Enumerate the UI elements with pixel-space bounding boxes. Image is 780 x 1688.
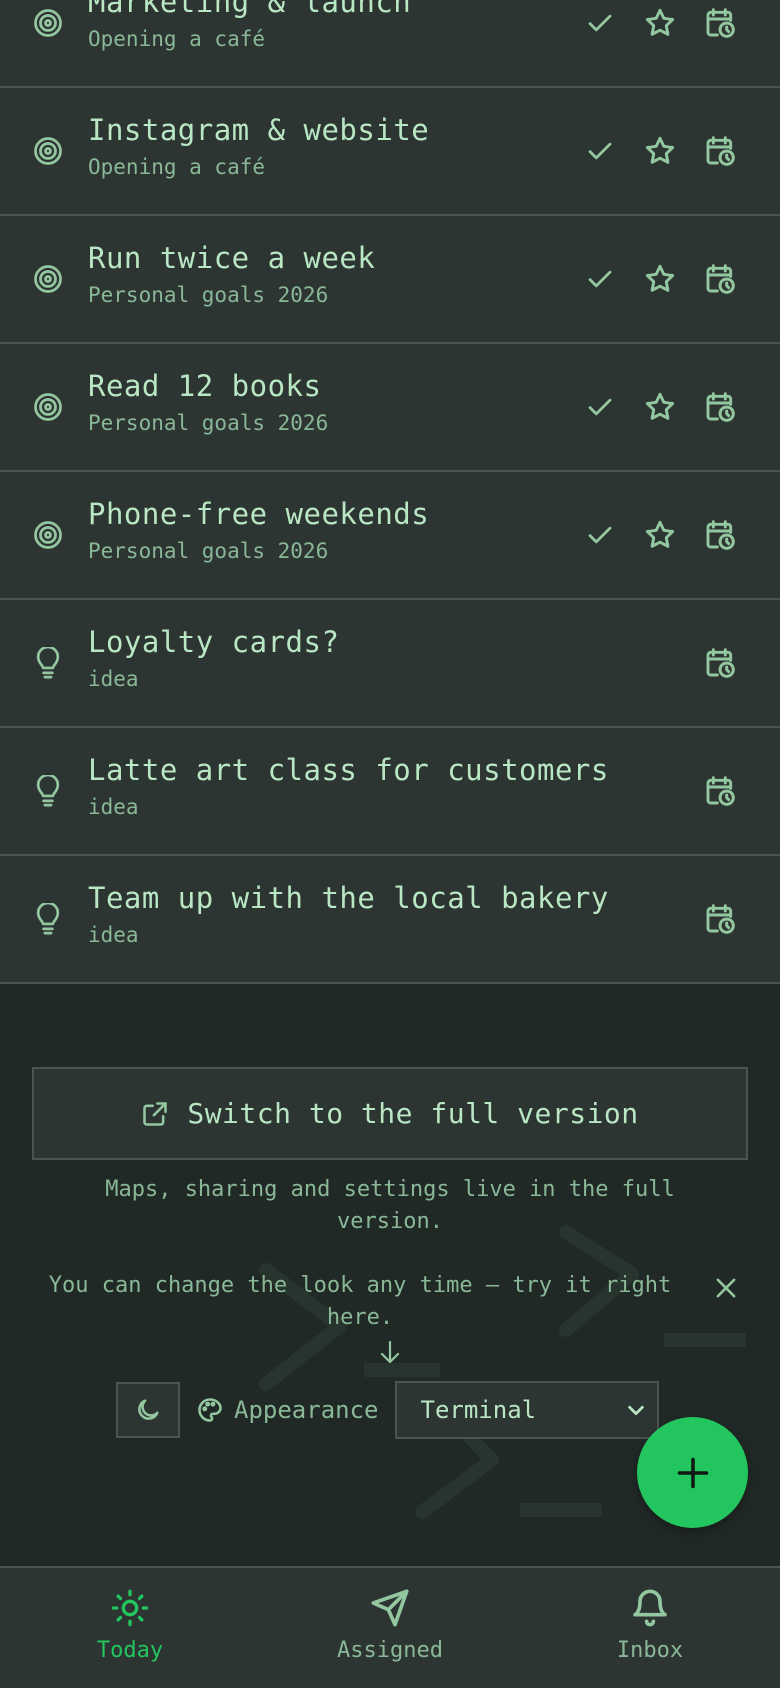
list-item[interactable]: Read 12 books Personal goals 2026	[0, 344, 780, 472]
calendar-clock-icon[interactable]	[700, 344, 740, 470]
list-item[interactable]: Marketing & launch Opening a café	[0, 0, 780, 88]
chevron-down-icon	[625, 1399, 647, 1421]
palette-icon	[196, 1396, 224, 1424]
item-text: Loyalty cards? idea	[88, 622, 339, 694]
bell-icon	[633, 1589, 667, 1627]
appearance-label: Appearance	[234, 1396, 379, 1424]
switch-full-version-label: Switch to the full version	[187, 1097, 639, 1130]
arrow-down-icon	[378, 1340, 402, 1366]
appearance-hint: You can change the look any time — try i…	[48, 1273, 672, 1330]
appearance-row: Appearance Terminal	[116, 1381, 659, 1439]
add-button[interactable]	[637, 1417, 748, 1528]
calendar-clock-icon[interactable]	[700, 472, 740, 598]
list-item[interactable]: Team up with the local bakery idea	[0, 856, 780, 984]
list-item[interactable]: Instagram & website Opening a café	[0, 88, 780, 216]
dark-mode-toggle[interactable]	[116, 1382, 180, 1438]
close-icon[interactable]	[712, 1274, 740, 1302]
item-subtitle: Opening a café	[88, 27, 266, 51]
item-subtitle: idea	[88, 667, 139, 691]
task-list: Marketing & launch Opening a café Instagra…	[0, 0, 780, 984]
lightbulb-icon	[32, 728, 64, 854]
target-icon	[32, 472, 64, 598]
item-subtitle: idea	[88, 923, 139, 947]
item-subtitle: Personal goals 2026	[88, 539, 329, 563]
target-icon	[32, 216, 64, 342]
external-link-icon	[141, 1100, 169, 1128]
item-title: Instagram & website	[88, 113, 430, 147]
check-icon[interactable]	[580, 344, 620, 470]
star-icon[interactable]	[640, 472, 680, 598]
tab-inbox[interactable]: Inbox	[520, 1568, 780, 1688]
item-text: Read 12 books Personal goals 2026	[88, 366, 328, 438]
check-icon[interactable]	[580, 88, 620, 214]
item-text: Latte art class for customers idea	[88, 750, 609, 822]
theme-select[interactable]: Terminal	[394, 1381, 659, 1439]
item-subtitle: Personal goals 2026	[88, 283, 329, 307]
item-title: Run twice a week	[88, 241, 376, 275]
item-text: Phone-free weekends Personal goals 2026	[88, 494, 429, 566]
check-icon[interactable]	[580, 216, 620, 342]
lightbulb-icon	[32, 856, 64, 982]
item-text: Run twice a week Personal goals 2026	[88, 238, 375, 310]
tab-assigned[interactable]: Assigned	[260, 1568, 520, 1688]
item-title: Read 12 books	[88, 369, 322, 403]
list-item[interactable]: Phone-free weekends Personal goals 2026	[0, 472, 780, 600]
star-icon[interactable]	[640, 344, 680, 470]
check-icon[interactable]	[580, 0, 620, 86]
target-icon	[32, 88, 64, 214]
target-icon	[32, 344, 64, 470]
target-icon	[32, 0, 64, 86]
list-item[interactable]: Latte art class for customers idea	[0, 728, 780, 856]
full-version-hint: Maps, sharing and settings live in the f…	[105, 1177, 675, 1234]
item-title: Phone-free weekends	[88, 497, 430, 531]
star-icon[interactable]	[640, 88, 680, 214]
item-subtitle: Opening a café	[88, 155, 266, 179]
item-title: Team up with the local bakery	[88, 881, 609, 915]
item-title: Loyalty cards?	[88, 625, 340, 659]
item-subtitle: Personal goals 2026	[88, 411, 329, 435]
bottom-tab-bar: Today Assigned Inbox	[0, 1566, 780, 1688]
list-item[interactable]: Loyalty cards? idea	[0, 600, 780, 728]
calendar-clock-icon[interactable]	[700, 856, 740, 982]
tab-today-label: Today	[96, 1638, 164, 1663]
calendar-clock-icon[interactable]	[700, 88, 740, 214]
item-text: Instagram & website Opening a café	[88, 110, 429, 182]
item-subtitle: idea	[88, 795, 139, 819]
calendar-clock-icon[interactable]	[700, 216, 740, 342]
item-text: Team up with the local bakery idea	[88, 878, 609, 950]
tab-assigned-label: Assigned	[337, 1638, 443, 1663]
tab-inbox-label: Inbox	[616, 1638, 684, 1663]
sun-icon	[111, 1589, 149, 1627]
calendar-clock-icon[interactable]	[700, 0, 740, 86]
lightbulb-icon	[32, 600, 64, 726]
plus-icon	[677, 1457, 708, 1488]
moon-icon	[138, 1399, 159, 1420]
switch-full-version-button[interactable]: Switch to the full version	[32, 1067, 748, 1160]
calendar-clock-icon[interactable]	[700, 728, 740, 854]
theme-select-value: Terminal	[420, 1396, 537, 1424]
star-icon[interactable]	[640, 216, 680, 342]
calendar-clock-icon[interactable]	[700, 600, 740, 726]
list-item[interactable]: Run twice a week Personal goals 2026	[0, 216, 780, 344]
item-title: Marketing & launch	[88, 0, 412, 19]
star-icon[interactable]	[640, 0, 680, 86]
item-text: Marketing & launch Opening a café	[88, 0, 411, 54]
check-icon[interactable]	[580, 472, 620, 598]
item-title: Latte art class for customers	[88, 753, 609, 787]
tab-today[interactable]: Today	[0, 1568, 260, 1688]
send-icon	[371, 1589, 409, 1627]
